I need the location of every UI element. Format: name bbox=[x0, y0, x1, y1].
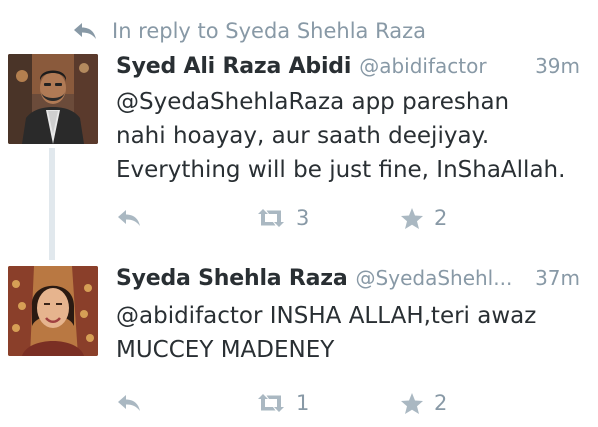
timestamp[interactable]: 37m bbox=[535, 266, 580, 290]
tweet[interactable]: Syeda Shehla Raza @SyedaShehl... 37m @ab… bbox=[0, 266, 598, 427]
retweet-button[interactable]: 3 bbox=[256, 201, 309, 235]
reply-context-text: In reply to Syeda Shehla Raza bbox=[112, 19, 426, 43]
retweet-count: 3 bbox=[296, 206, 310, 230]
tweet-text: @abidifactor INSHA ALLAH,teri awaz MUCCE… bbox=[116, 299, 586, 367]
display-name[interactable]: Syeda Shehla Raza bbox=[116, 266, 348, 291]
favorite-count: 2 bbox=[434, 391, 448, 415]
retweet-icon bbox=[258, 394, 284, 412]
tweet-actions: 1 2 bbox=[116, 386, 598, 420]
tweet-text-line: MUCCEY MADENEY bbox=[116, 337, 335, 363]
reply-context[interactable]: In reply to Syeda Shehla Raza bbox=[72, 14, 426, 48]
reply-button[interactable] bbox=[116, 386, 142, 420]
tweet-text-line: nahi hoayay, aur saath deejiyay. bbox=[116, 123, 490, 149]
star-icon bbox=[401, 392, 423, 414]
display-name[interactable]: Syed Ali Raza Abidi bbox=[116, 54, 351, 79]
star-icon bbox=[401, 207, 423, 229]
reply-icon bbox=[118, 395, 140, 411]
favorite-button[interactable]: 2 bbox=[400, 386, 447, 420]
favorite-count: 2 bbox=[434, 206, 448, 230]
tweet-conversation: In reply to Syeda Shehla Raza Syed Ali R… bbox=[0, 0, 598, 427]
tweet-text-line: @SyedaShehlaRaza app pareshan bbox=[116, 89, 510, 115]
avatar[interactable] bbox=[8, 266, 98, 356]
retweet-button[interactable]: 1 bbox=[256, 386, 309, 420]
retweet-icon bbox=[258, 209, 284, 227]
tweet-text-line: @abidifactor INSHA ALLAH,teri awaz bbox=[116, 303, 537, 329]
favorite-button[interactable]: 2 bbox=[400, 201, 447, 235]
tweet-actions: 3 2 bbox=[116, 201, 598, 235]
timestamp[interactable]: 39m bbox=[535, 54, 580, 78]
tweet-header: Syed Ali Raza Abidi @abidifactor 39m bbox=[116, 54, 580, 84]
tweet[interactable]: Syed Ali Raza Abidi @abidifactor 39m @Sy… bbox=[0, 54, 598, 252]
tweet-text-line: Everything will be just fine, InShaAllah… bbox=[116, 157, 566, 183]
avatar[interactable] bbox=[8, 54, 98, 144]
reply-icon bbox=[74, 23, 96, 39]
screen-name[interactable]: @SyedaShehl... bbox=[356, 266, 528, 290]
retweet-count: 1 bbox=[296, 391, 310, 415]
screen-name[interactable]: @abidifactor bbox=[359, 54, 527, 78]
tweet-header: Syeda Shehla Raza @SyedaShehl... 37m bbox=[116, 266, 580, 296]
reply-icon bbox=[118, 210, 140, 226]
reply-button[interactable] bbox=[116, 201, 142, 235]
tweet-text: @SyedaShehlaRaza app pareshan nahi hoaya… bbox=[116, 85, 586, 187]
